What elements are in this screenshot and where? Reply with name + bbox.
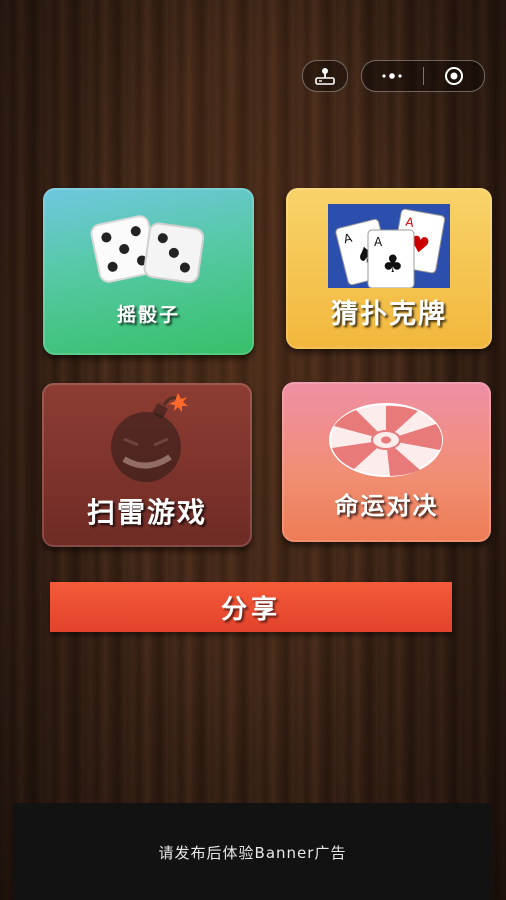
tile-dice[interactable]: 摇骰子 — [43, 188, 254, 355]
share-label: 分享 — [220, 594, 281, 625]
tile-minesweeper[interactable]: 扫雷游戏 — [42, 383, 252, 547]
close-button[interactable] — [424, 61, 485, 91]
banner-text: 请发布后体验Banner广告 — [158, 844, 347, 862]
tile-fate[interactable]: 命运对决 — [282, 382, 491, 542]
svg-text:♣: ♣ — [382, 250, 404, 278]
tile-label: 摇骰子 — [116, 304, 180, 326]
joystick-button[interactable] — [302, 60, 348, 92]
bomb-face-icon — [111, 393, 188, 482]
tile-label: 扫雷游戏 — [86, 496, 207, 529]
banner-ad-placeholder: 请发布后体验Banner广告 — [13, 803, 492, 900]
tile-label: 猜扑克牌 — [331, 299, 447, 330]
dice-icon — [90, 215, 205, 284]
share-button[interactable]: 分享 — [50, 582, 452, 632]
playing-cards-icon: A ♠ A ♥ A ♣ — [328, 204, 450, 288]
tile-poker[interactable]: A ♠ A ♥ A ♣ 猜扑克牌 — [286, 188, 492, 349]
tile-label: 命运对决 — [334, 492, 439, 520]
more-button[interactable] — [362, 61, 423, 91]
record-close-icon — [444, 67, 463, 85]
wheel-icon — [329, 403, 443, 477]
mini-program-capsule — [361, 60, 485, 92]
joystick-icon — [315, 68, 335, 85]
svg-text:A: A — [374, 235, 383, 249]
more-dots-icon — [382, 73, 402, 79]
